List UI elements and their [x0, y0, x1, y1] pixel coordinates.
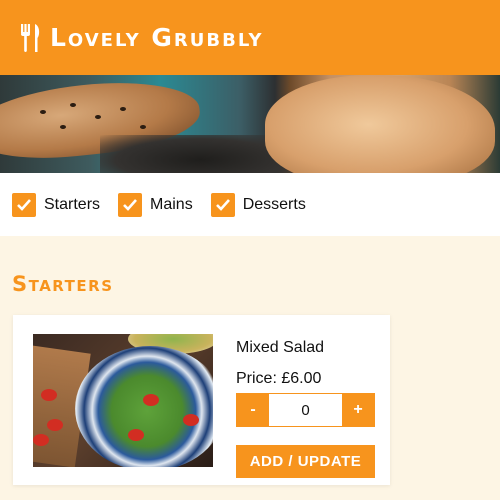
decrement-button[interactable]: -: [237, 394, 269, 426]
menu-item-name: Mixed Salad: [236, 339, 325, 356]
filter-starters[interactable]: Starters: [12, 192, 101, 217]
filter-label: Desserts: [242, 195, 306, 213]
menu-item-image: [33, 334, 213, 467]
filter-label: Mains: [150, 195, 193, 213]
menu-item-card: Mixed Salad Price: £6.00 - + ADD / UPDAT…: [13, 315, 390, 485]
checkbox-checked-icon[interactable]: [118, 192, 143, 217]
checkbox-checked-icon[interactable]: [12, 192, 36, 217]
filter-label: Starters: [44, 195, 101, 213]
section-title: Starters: [12, 272, 114, 296]
header-bar: Lovely Grubbly: [0, 0, 500, 75]
category-filter-bar: Starters Mains Desserts: [0, 173, 500, 236]
hero-banner-image: [0, 75, 500, 173]
quantity-input[interactable]: [269, 394, 342, 426]
menu-item-price: Price: £6.00: [236, 370, 322, 387]
filter-mains[interactable]: Mains: [118, 192, 193, 217]
increment-button[interactable]: +: [342, 394, 374, 426]
checkbox-checked-icon[interactable]: [210, 192, 235, 217]
filter-desserts[interactable]: Desserts: [210, 192, 306, 217]
add-update-button[interactable]: ADD / UPDATE: [236, 445, 375, 478]
fork-knife-icon: [21, 23, 40, 52]
quantity-stepper: - +: [236, 393, 375, 427]
brand-title[interactable]: Lovely Grubbly: [50, 23, 264, 52]
